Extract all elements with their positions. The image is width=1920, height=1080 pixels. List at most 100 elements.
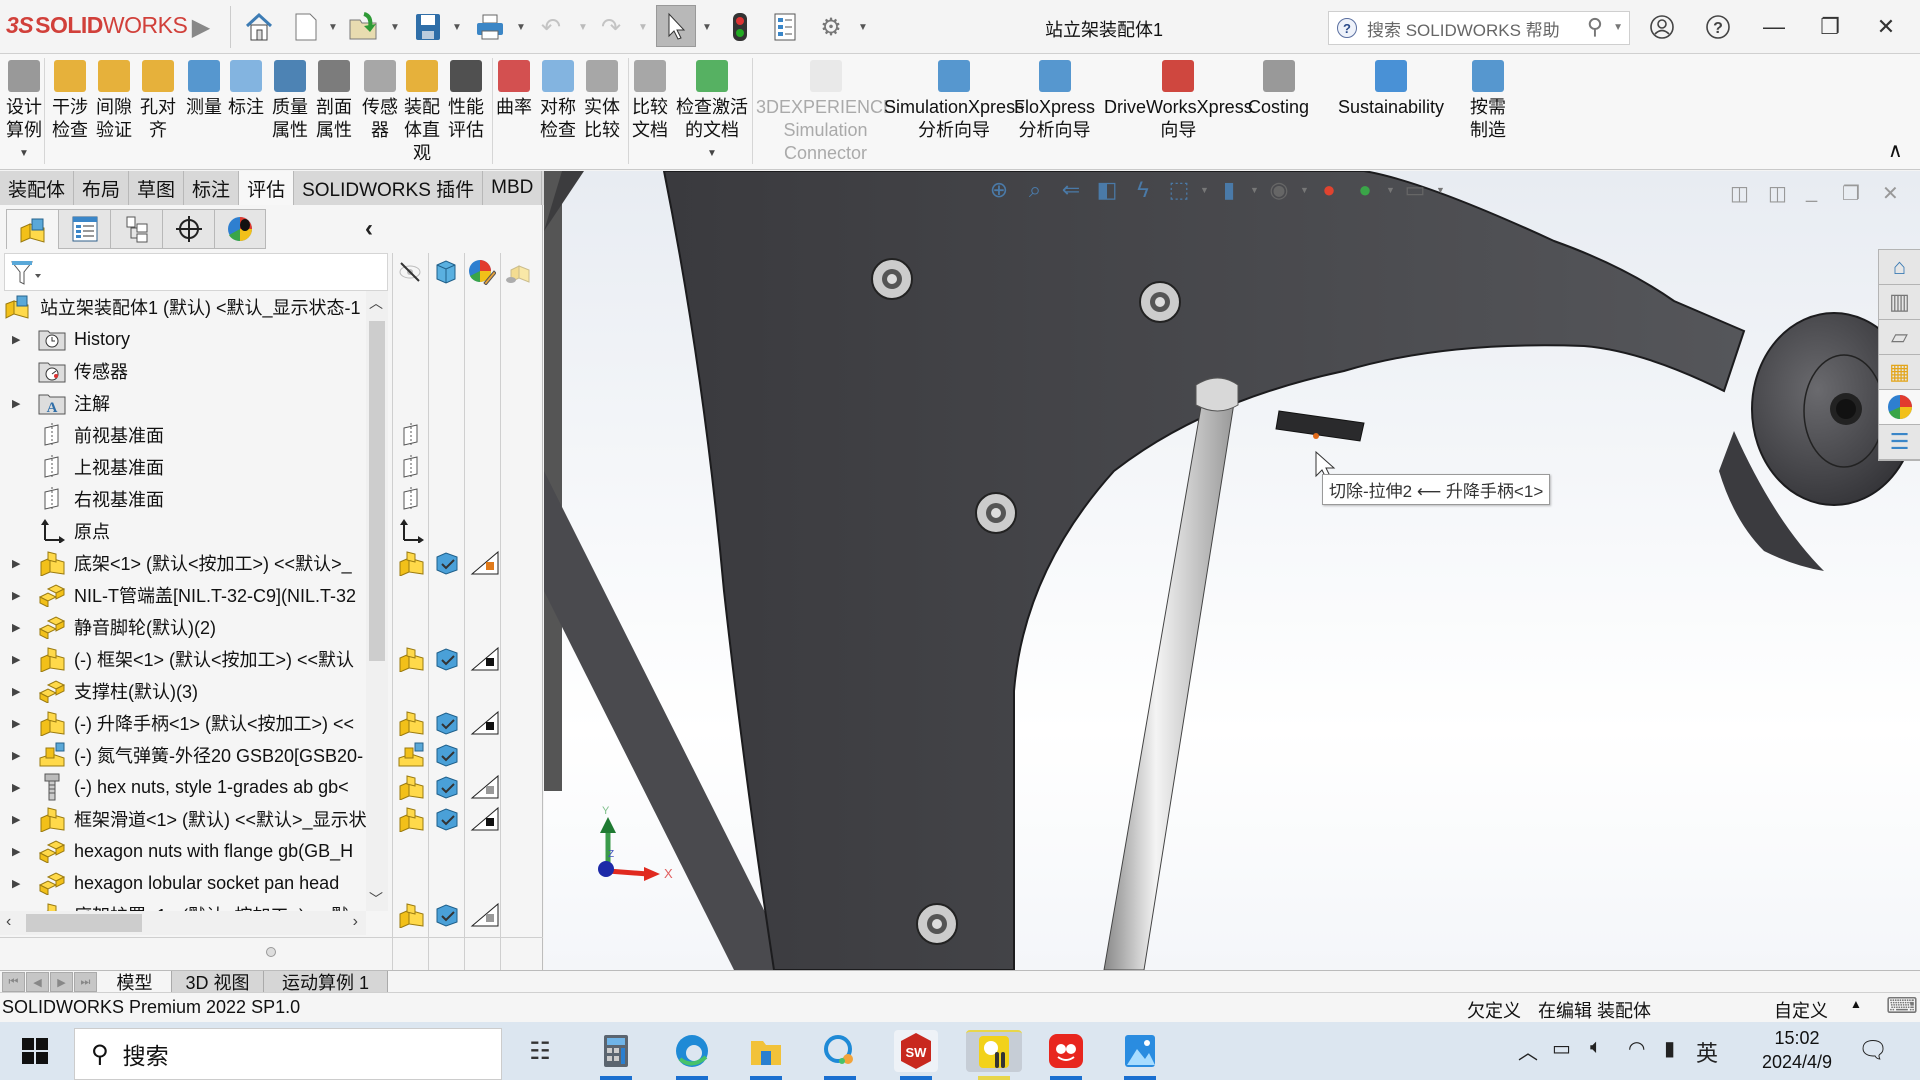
ribbon-button-interference-detection[interactable]: 干涉 检查 (52, 60, 88, 142)
ribbon-button-3dexperience-simulation[interactable]: 3DEXPERIENCE Simulation Connector (756, 60, 895, 165)
open-dropdown-icon[interactable]: ▼ (390, 22, 400, 33)
units-up-icon[interactable]: ▲ (1850, 997, 1862, 1011)
tree-item[interactable]: ▶ (-) 框架<1> (默认<按加工>) <<默认 (0, 643, 370, 675)
photos-icon[interactable] (1118, 1030, 1162, 1080)
tree-item[interactable]: 前视基准面 (0, 419, 370, 451)
ribbon-button-compare-documents[interactable]: 比较 文档 (632, 60, 668, 142)
visibility-state-icon[interactable] (396, 773, 426, 801)
player-icon[interactable] (966, 1030, 1022, 1080)
tree-item[interactable]: ▶ 底架<1> (默认<按加工>) <<默认>_ (0, 547, 370, 579)
show-hidden-icons[interactable]: ︿ (1518, 1036, 1538, 1065)
apply-scene-dropdown-icon[interactable]: ▼ (1386, 185, 1395, 195)
expand-arrow-icon[interactable]: ▶ (12, 781, 20, 794)
tree-item[interactable]: ▶ hexagon nuts with flange gb(GB_H (0, 835, 370, 867)
display-mode-state-icon[interactable] (432, 549, 462, 577)
tree-item[interactable]: ▶ (-) 升降手柄<1> (默认<按加工>) << (0, 707, 370, 739)
visibility-state-icon[interactable] (396, 645, 426, 673)
restore-window-button[interactable]: ❐ (1808, 10, 1852, 44)
select-icon[interactable] (656, 5, 696, 47)
scroll-up-icon[interactable]: ︿ (369, 293, 383, 313)
ribbon-button-curvature[interactable]: 曲率 (496, 60, 532, 119)
ribbon-button-markup[interactable]: 标注 (228, 60, 264, 119)
ribbon-button-sustainability[interactable]: Sustainability (1338, 60, 1444, 119)
minimize-viewport-button[interactable]: _ (1806, 181, 1817, 204)
ribbon-button-section-properties[interactable]: 剖面 属性 (316, 60, 352, 142)
appearance-state-icon[interactable] (470, 645, 500, 673)
ribbon-button-design-study[interactable]: 设计 算例 ▼ (6, 60, 42, 165)
visibility-state-icon[interactable] (396, 709, 426, 737)
command-tab[interactable]: MBD (483, 171, 543, 205)
transparency-icon[interactable] (500, 257, 536, 287)
expand-arrow-icon[interactable]: ▶ (12, 333, 20, 346)
save-icon[interactable] (410, 10, 446, 44)
solidworks-resources-icon[interactable]: ⌂ (1879, 250, 1920, 285)
home-icon[interactable] (242, 10, 276, 44)
tree-horizontal-scrollbar[interactable]: ‹ › (0, 911, 366, 935)
visibility-state-icon[interactable] (396, 805, 426, 833)
expand-arrow-icon[interactable]: ▶ (12, 749, 20, 762)
next-tab-icon[interactable]: ▶ (50, 972, 73, 992)
bottom-tab[interactable]: 运动算例 1 (264, 971, 388, 993)
tile-left-icon[interactable]: ◫ (1730, 181, 1749, 206)
tree-item[interactable]: 原点 (0, 515, 370, 547)
appearance-state-icon[interactable] (470, 709, 500, 737)
tree-item[interactable]: ▶ (-) hex nuts, style 1-grades ab gb< (0, 771, 370, 803)
edge-icon[interactable] (670, 1030, 714, 1080)
ribbon-button-compare-bodies[interactable]: 实体 比较 (584, 60, 620, 142)
search-icon[interactable]: ⚲ (1587, 14, 1603, 40)
custom-properties-icon[interactable]: ☰ (1879, 425, 1920, 460)
bottom-tab[interactable]: 模型 (98, 971, 172, 993)
collapse-ribbon-icon[interactable]: ∧ (1888, 138, 1903, 163)
expand-arrow-icon[interactable]: ▶ (12, 845, 20, 858)
scroll-down-icon[interactable]: ﹀ (369, 889, 383, 909)
solidworks-2022-icon[interactable]: SW (894, 1030, 938, 1080)
configurationmanager-tab[interactable] (110, 209, 162, 249)
appearance-icon[interactable] (464, 257, 500, 287)
select-dropdown-icon[interactable]: ▼ (702, 22, 712, 33)
tile-right-icon[interactable]: ◫ (1768, 181, 1787, 206)
expand-arrow-icon[interactable]: ▶ (12, 877, 20, 890)
rebuild-icon[interactable] (726, 10, 754, 44)
previous-tab-icon[interactable]: ◀ (26, 972, 49, 992)
taskbar-search-input[interactable]: ⚲ 搜索 (74, 1028, 502, 1080)
ribbon-dropdown-icon[interactable]: ▼ (707, 142, 717, 165)
display-style-dropdown-icon[interactable]: ▼ (1250, 185, 1259, 195)
expand-arrow-icon[interactable]: ▶ (12, 589, 20, 602)
origin-visibility-icon[interactable] (396, 517, 426, 545)
dynamic-annotation-views-icon[interactable]: ϟ (1128, 177, 1158, 203)
hide-show-dropdown-icon[interactable]: ▼ (1300, 185, 1309, 195)
appearance-state-icon[interactable] (470, 549, 500, 577)
ribbon-button-floxpress[interactable]: FloXpress 分析向导 (1014, 60, 1095, 142)
hidden-plane-icon[interactable] (396, 421, 426, 449)
chat-app-icon[interactable] (1044, 1030, 1088, 1080)
file-explorer-icon[interactable]: ▱ (1879, 320, 1920, 355)
zoom-to-area-icon[interactable]: ⌕ (1020, 177, 1050, 203)
open-icon[interactable] (346, 10, 382, 44)
zoom-to-fit-icon[interactable]: ⊕ (984, 177, 1014, 203)
minimize-window-button[interactable]: — (1752, 10, 1796, 44)
dimxpertmanager-tab[interactable] (162, 209, 214, 249)
ribbon-dropdown-icon[interactable]: ▼ (19, 142, 29, 165)
first-tab-icon[interactable]: ⏮ (2, 972, 25, 992)
user-account-icon[interactable] (1640, 10, 1684, 44)
appearances-icon[interactable] (1879, 390, 1920, 425)
collapse-panel-icon[interactable]: ‹ (365, 215, 373, 243)
close-viewport-button[interactable]: ✕ (1882, 181, 1899, 206)
volume-icon[interactable]: 🔈︎ (1590, 1036, 1602, 1059)
view-orientation-dropdown-icon[interactable]: ▼ (1200, 185, 1209, 195)
expand-arrow-icon[interactable]: ▶ (12, 653, 20, 666)
command-tab[interactable]: 评估 (239, 171, 295, 205)
ribbon-button-measure[interactable]: 测量 (186, 60, 222, 119)
calculator-icon[interactable] (594, 1030, 638, 1080)
new-dropdown-icon[interactable]: ▼ (328, 22, 338, 33)
ribbon-button-hole-alignment[interactable]: 孔对齐 (140, 60, 176, 142)
view-settings-dropdown-icon[interactable]: ▼ (1436, 185, 1445, 195)
view-settings-icon[interactable]: ▭ (1400, 177, 1430, 203)
expand-arrow-icon[interactable]: ▶ (12, 717, 20, 730)
tree-item[interactable]: ▶ 静音脚轮(默认)(2) (0, 611, 370, 643)
filter-icon[interactable] (10, 260, 41, 292)
command-tab[interactable]: 装配体 (0, 171, 75, 205)
ribbon-button-assembly-visualization[interactable]: 装配 体直观 (404, 60, 440, 165)
battery-icon[interactable]: ▭ (1552, 1036, 1571, 1061)
redo-icon[interactable]: ↷ (596, 10, 626, 44)
